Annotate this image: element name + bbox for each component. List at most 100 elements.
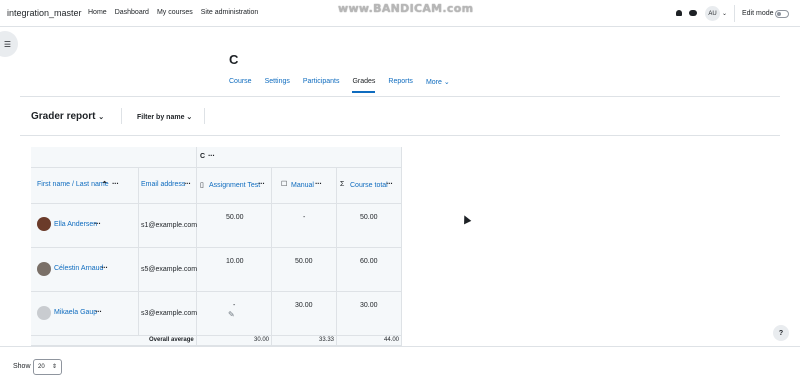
email-cell: s3@example.com — [139, 292, 197, 336]
page-title: C — [229, 52, 239, 67]
grader-report-selector[interactable]: Grader report ⌄ — [31, 111, 104, 122]
average-value: 30.00 — [254, 337, 270, 343]
secondary-nav-divider — [20, 96, 780, 97]
student-actions-icon[interactable]: ··· — [94, 219, 101, 228]
student-name-link[interactable]: Célestin Arnaud — [54, 265, 103, 272]
email-column-actions-icon[interactable]: ··· — [184, 179, 191, 188]
student-email: s3@example.com — [141, 310, 198, 317]
assignment-header-cell: ▯ Assignment Test ··· — [197, 168, 272, 204]
bell-icon[interactable] — [676, 10, 682, 16]
help-button[interactable]: ? — [773, 325, 789, 341]
grade-cell[interactable]: 50.00 — [337, 204, 402, 248]
filter-by-name-label: Filter by name — [137, 114, 185, 121]
sigma-icon: Σ — [340, 181, 345, 188]
nav-home[interactable]: Home — [88, 9, 107, 16]
tab-reports[interactable]: Reports — [388, 78, 413, 93]
grade-value: 50.00 — [360, 214, 378, 221]
grade-value: 30.00 — [360, 302, 378, 309]
email-cell: s5@example.com — [139, 248, 197, 292]
list-icon: ☰ — [3, 39, 11, 49]
toolbar-divider — [204, 108, 205, 124]
site-brand[interactable]: integration_master — [7, 8, 82, 18]
average-value: 33.33 — [319, 337, 335, 343]
overall-average-label-cell: Overall average — [31, 336, 197, 346]
edit-mode-label: Edit mode — [742, 10, 774, 17]
name-column-actions-icon[interactable]: ··· — [112, 179, 119, 188]
filter-by-name-button[interactable]: Filter by name ⌄ — [137, 113, 192, 121]
recording-watermark: www.BANDICAM.com — [338, 2, 474, 15]
grade-cell[interactable]: 50.00 — [197, 204, 272, 248]
grade-value: 50.00 — [295, 258, 313, 265]
chevron-down-icon: ⌄ — [443, 79, 450, 86]
user-avatar-menu[interactable]: AU — [705, 6, 720, 21]
chevron-down-icon[interactable]: ⌄ — [722, 10, 727, 17]
average-cell: 30.00 — [197, 336, 272, 346]
avatar — [37, 217, 51, 231]
overall-average-label: Overall average — [149, 337, 194, 343]
assignment-column-actions-icon[interactable]: ··· — [258, 179, 265, 188]
grade-value: - — [233, 302, 236, 309]
pagination-footer — [0, 346, 800, 390]
nav-dashboard[interactable]: Dashboard — [115, 9, 149, 16]
manual-item-link[interactable]: Manual — [291, 182, 314, 189]
toolbar-bottom-border — [20, 135, 780, 136]
grade-cell[interactable]: 60.00 — [337, 248, 402, 292]
grade-cell[interactable]: - — [272, 204, 337, 248]
grade-cell[interactable]: - ✎ — [197, 292, 272, 336]
navbar-divider — [734, 5, 735, 22]
assignment-icon: ▯ — [200, 182, 204, 189]
sort-by-name-link[interactable]: First name / Last name — [37, 181, 109, 188]
header-empty-cell — [31, 147, 197, 168]
student-actions-icon[interactable]: ··· — [95, 307, 102, 316]
nav-my-courses[interactable]: My courses — [157, 9, 193, 16]
per-page-select[interactable]: 20 ⇕ — [33, 359, 62, 375]
name-header-cell: First name / Last name ⏶ ··· — [31, 168, 139, 204]
email-cell: s1@example.com — [139, 204, 197, 248]
toolbar-divider — [121, 108, 122, 124]
category-name: C — [200, 153, 206, 160]
grade-value: 10.00 — [226, 258, 244, 265]
manual-column-actions-icon[interactable]: ··· — [315, 179, 322, 188]
category-header-cell: C ··· — [197, 147, 402, 168]
sort-by-email-link[interactable]: Email address — [141, 181, 185, 188]
student-name-link[interactable]: Ella Andersen — [54, 221, 97, 228]
student-email: s5@example.com — [141, 266, 198, 273]
student-actions-icon[interactable]: ··· — [101, 263, 108, 272]
student-email: s1@example.com — [141, 222, 198, 229]
edit-icon[interactable]: ✎ — [228, 310, 235, 319]
chevron-down-icon: ⌄ — [186, 114, 193, 121]
email-header-cell: Email address ··· — [139, 168, 197, 204]
nav-site-administration[interactable]: Site administration — [201, 9, 259, 16]
grade-cell[interactable]: 30.00 — [272, 292, 337, 336]
average-cell: 44.00 — [337, 336, 402, 346]
sort-asc-icon: ⏶ — [102, 180, 107, 186]
course-total-link[interactable]: Course total — [350, 182, 388, 189]
mouse-cursor — [460, 213, 472, 225]
grade-value: - — [303, 214, 306, 221]
avatar — [37, 306, 51, 320]
tab-more[interactable]: More ⌄ — [426, 78, 450, 93]
select-arrows-icon: ⇕ — [51, 364, 57, 370]
show-per-page-label: Show — [13, 363, 31, 370]
total-column-actions-icon[interactable]: ··· — [386, 179, 393, 188]
grade-cell[interactable]: 50.00 — [272, 248, 337, 292]
assignment-test-link[interactable]: Assignment Test — [209, 182, 260, 189]
student-name-link[interactable]: Mikaela Gaup — [54, 309, 97, 316]
edit-mode-toggle[interactable] — [775, 10, 789, 18]
chat-icon[interactable] — [689, 10, 697, 16]
category-actions-icon[interactable]: ··· — [208, 151, 215, 160]
average-cell: 33.33 — [272, 336, 337, 346]
manual-item-icon: ☐ — [281, 181, 288, 188]
grade-cell[interactable]: 30.00 — [337, 292, 402, 336]
tab-grades[interactable]: Grades — [352, 78, 376, 93]
tab-participants[interactable]: Participants — [303, 78, 340, 93]
course-index-toggle[interactable]: ☰ — [0, 31, 18, 57]
tab-course[interactable]: Course — [229, 78, 252, 93]
secondary-nav: Course Settings Participants Grades Repo… — [229, 78, 463, 93]
primary-nav: Home Dashboard My courses Site administr… — [88, 9, 258, 16]
top-navbar: integration_master Home Dashboard My cou… — [0, 0, 800, 27]
grade-value: 60.00 — [360, 258, 378, 265]
tab-settings[interactable]: Settings — [265, 78, 290, 93]
grade-cell[interactable]: 10.00 — [197, 248, 272, 292]
grader-report-label: Grader report — [31, 111, 96, 122]
